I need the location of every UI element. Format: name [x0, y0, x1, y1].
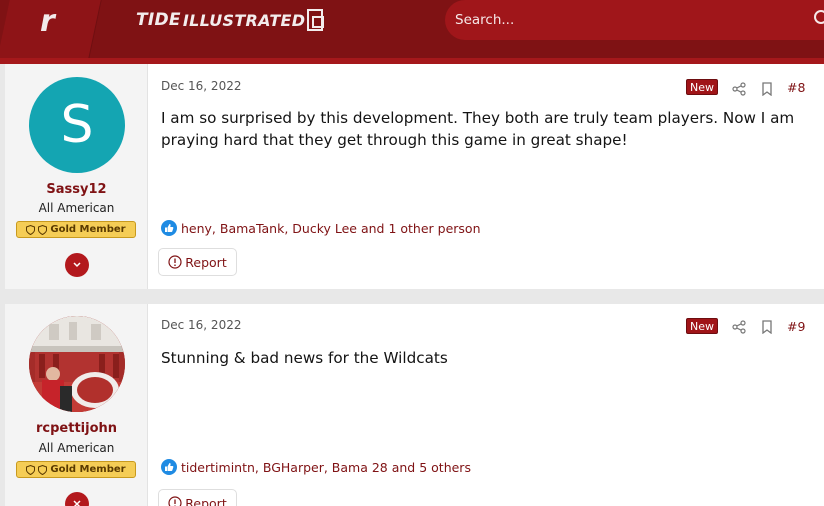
post-9: rcpettijohn All American Gold Member Dec…: [5, 304, 824, 506]
thumbs-up-icon: [161, 220, 177, 236]
thumbs-up-icon: [161, 459, 177, 475]
search-input[interactable]: Search...: [445, 0, 824, 40]
report-label: Report: [185, 254, 227, 270]
chevron-down-icon: [73, 262, 81, 268]
username[interactable]: Sassy12: [5, 182, 148, 197]
share-icon[interactable]: [732, 82, 746, 96]
badge-label: Gold Member: [50, 464, 126, 475]
report-button[interactable]: Report: [158, 489, 237, 506]
shield-icon: [26, 224, 36, 235]
share-icon[interactable]: [732, 320, 746, 334]
gold-member-badge: Gold Member: [16, 221, 136, 238]
post-user-panel: S Sassy12 All American Gold Member: [5, 64, 148, 289]
close-icon: [73, 500, 81, 506]
post-user-panel: rcpettijohn All American Gold Member: [5, 304, 148, 506]
bookmark-icon[interactable]: [761, 320, 773, 334]
bookmark-icon[interactable]: [761, 82, 773, 96]
new-badge: New: [686, 79, 718, 95]
gold-member-badge: Gold Member: [16, 461, 136, 478]
shield-icon: [38, 464, 48, 475]
brand-mark-icon: [307, 9, 325, 31]
reactions-bar[interactable]: tidertimintn, BGHarper, Bama 28 and 5 ot…: [161, 459, 471, 475]
avatar[interactable]: [29, 316, 125, 412]
user-title: All American: [38, 201, 115, 215]
search-icon[interactable]: [813, 9, 824, 29]
brand-name-bold: TIDE: [136, 10, 181, 30]
brand-name-rest: ILLUSTRATED: [182, 10, 306, 30]
shield-icon: [26, 464, 36, 475]
expand-user-info-button[interactable]: [65, 253, 89, 277]
site-logo-letter[interactable]: r: [40, 4, 55, 39]
user-title: All American: [38, 441, 115, 455]
new-badge: New: [686, 318, 718, 334]
reactions-bar[interactable]: heny, BamaTank, Ducky Lee and 1 other pe…: [161, 220, 481, 236]
search-placeholder: Search...: [455, 12, 515, 28]
post-body: Stunning & bad news for the Wildcats: [161, 349, 448, 367]
username[interactable]: rcpettijohn: [5, 421, 148, 436]
post-number-link[interactable]: #8: [787, 80, 805, 95]
reactions-list[interactable]: heny, BamaTank, Ducky Lee and 1 other pe…: [181, 221, 481, 236]
alert-circle-icon: [168, 496, 182, 506]
expand-user-info-button[interactable]: [65, 492, 89, 506]
site-brand[interactable]: TIDE ILLUSTRATED: [136, 7, 325, 33]
report-button[interactable]: Report: [158, 248, 237, 276]
post-number-link[interactable]: #9: [787, 319, 805, 334]
site-header: r TIDE ILLUSTRATED Search...: [0, 0, 824, 58]
post-8: S Sassy12 All American Gold Member Dec 1…: [5, 64, 824, 289]
avatar[interactable]: S: [29, 77, 125, 173]
avatar-photo-image: [29, 316, 125, 412]
post-body: I am so surprised by this development. T…: [161, 109, 795, 149]
report-label: Report: [185, 495, 227, 506]
badge-label: Gold Member: [50, 224, 126, 235]
reactions-list[interactable]: tidertimintn, BGHarper, Bama 28 and 5 ot…: [181, 460, 471, 475]
post-date[interactable]: Dec 16, 2022: [161, 79, 241, 93]
shield-icon: [38, 224, 48, 235]
alert-circle-icon: [168, 255, 182, 269]
post-date[interactable]: Dec 16, 2022: [161, 318, 241, 332]
